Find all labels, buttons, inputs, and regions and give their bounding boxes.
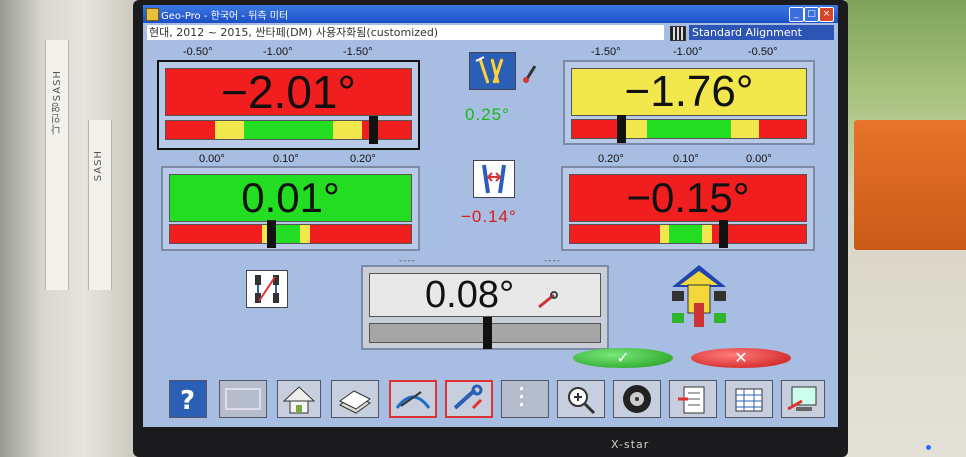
camber-right-scale-1: -1.50° xyxy=(591,46,621,58)
stack-icon xyxy=(339,390,371,414)
zoom-button[interactable] xyxy=(557,380,605,418)
thrust-icon xyxy=(246,270,288,308)
alignment-mode-icon[interactable] xyxy=(670,26,686,41)
svg-text:?: ? xyxy=(180,386,195,416)
camber-right-marker xyxy=(617,115,626,143)
power-led xyxy=(926,445,931,450)
home-icon xyxy=(282,386,316,414)
toe-right-bar xyxy=(569,224,807,244)
maximize-button[interactable]: □ xyxy=(804,7,819,22)
toe-right-readout: −0.15° xyxy=(569,174,807,222)
data-table-button[interactable] xyxy=(725,380,773,418)
help-icon: ? xyxy=(180,386,195,416)
toe-right-scale-1: 0.20° xyxy=(598,153,624,165)
toe-right-marker xyxy=(719,220,728,248)
camber-right-bar xyxy=(571,119,807,139)
thrust-glyph xyxy=(255,275,279,303)
tools-button[interactable] xyxy=(445,380,493,418)
wrench-tool-icon xyxy=(453,384,483,410)
camber-icon xyxy=(469,52,516,90)
home-button[interactable] xyxy=(277,380,321,418)
orange-container xyxy=(854,120,966,250)
background-right xyxy=(846,0,966,457)
sash-label-2: SASH xyxy=(93,150,104,182)
camber-glyph xyxy=(475,56,504,84)
camber-right-gauge[interactable]: −1.76° xyxy=(563,60,815,145)
camber-right-readout: −1.76° xyxy=(571,68,807,116)
panel-icon xyxy=(225,388,261,410)
vehicle-spec: 현대, 2012 ~ 2015, 싼타페(DM) 사용자화됨(customize… xyxy=(147,25,664,40)
adjust-button[interactable] xyxy=(389,380,437,418)
thrust-marker xyxy=(483,317,492,349)
thrust-value: 0.08° xyxy=(425,274,515,316)
toe-glyph xyxy=(482,164,506,194)
print-button[interactable] xyxy=(331,380,379,418)
confirm-button[interactable]: ✓ xyxy=(573,348,673,368)
toe-left-marker xyxy=(267,220,276,248)
wheel-button[interactable] xyxy=(613,380,661,418)
report-button[interactable] xyxy=(669,380,717,418)
window-sash: 나인영SASH xyxy=(45,40,69,290)
sash-label: 나인영SASH xyxy=(52,70,63,135)
disabled-button[interactable] xyxy=(501,380,549,418)
window-sash: SASH xyxy=(88,120,112,290)
info-bar: 현대, 2012 ~ 2015, 싼타페(DM) 사용자화됨(customize… xyxy=(143,25,838,41)
thrust-readout: 0.08° xyxy=(369,273,601,317)
thrust-gauge[interactable]: 0.08° xyxy=(361,265,609,350)
window-title: Geo-Pro - 한국어 - 뒤측 미터 xyxy=(161,11,289,22)
toe-left-scale-2: 0.10° xyxy=(273,153,299,165)
toe-left-scale-1: 0.00° xyxy=(199,153,225,165)
vehicle-direction-icon xyxy=(668,263,730,329)
title-bar: Geo-Pro - 한국어 - 뒤측 미터 _ □ × xyxy=(143,5,838,23)
camber-left-marker xyxy=(369,116,378,144)
disabled-icon xyxy=(520,387,523,406)
wrench-icon xyxy=(536,278,560,320)
toe-left-scale-3: 0.20° xyxy=(350,153,376,165)
table-icon xyxy=(735,388,763,412)
help-button[interactable]: ? xyxy=(169,380,207,418)
toe-left-gauge[interactable]: 0.01° xyxy=(161,166,420,251)
toe-right-scale-3: 0.00° xyxy=(746,153,772,165)
toe-icon xyxy=(473,160,515,198)
wall-background: 나인영SASH SASH xyxy=(0,0,140,457)
minimize-button[interactable]: _ xyxy=(789,7,804,22)
camber-right-scale-3: -0.50° xyxy=(748,46,778,58)
camber-left-readout: −2.01° xyxy=(165,68,412,116)
caster-icon xyxy=(520,62,540,86)
blank-button[interactable] xyxy=(219,380,267,418)
adjust-icon xyxy=(395,391,431,409)
toe-left-bar xyxy=(169,224,412,244)
camber-cross: 0.25° xyxy=(465,105,510,124)
app-icon xyxy=(146,8,159,21)
clipboard-icon xyxy=(678,386,705,414)
zoom-icon xyxy=(568,387,596,415)
computer-icon xyxy=(787,386,817,411)
camber-left-scale-3: -1.50° xyxy=(343,46,373,58)
wheel-icon xyxy=(623,385,651,413)
camber-left-scale-2: -1.00° xyxy=(263,46,293,58)
camber-right-scale-2: -1.00° xyxy=(673,46,703,58)
cancel-button[interactable]: ✕ xyxy=(691,348,791,368)
monitor-brand: X-star xyxy=(611,438,650,451)
alignment-mode[interactable]: Standard Alignment xyxy=(689,25,834,40)
bottom-toolbar: ? xyxy=(169,380,825,420)
camber-left-gauge[interactable]: −2.01° xyxy=(157,60,420,150)
settings-button[interactable] xyxy=(781,380,825,418)
toe-right-scale-2: 0.10° xyxy=(673,153,699,165)
camber-left-scale-1: -0.50° xyxy=(183,46,213,58)
app-screen: Geo-Pro - 한국어 - 뒤측 미터 _ □ × 현대, 2012 ~ 2… xyxy=(143,5,838,427)
toe-left-readout: 0.01° xyxy=(169,174,412,222)
toe-right-gauge[interactable]: −0.15° xyxy=(561,166,815,251)
toe-cross: −0.14° xyxy=(461,207,517,226)
close-button[interactable]: × xyxy=(819,7,834,22)
